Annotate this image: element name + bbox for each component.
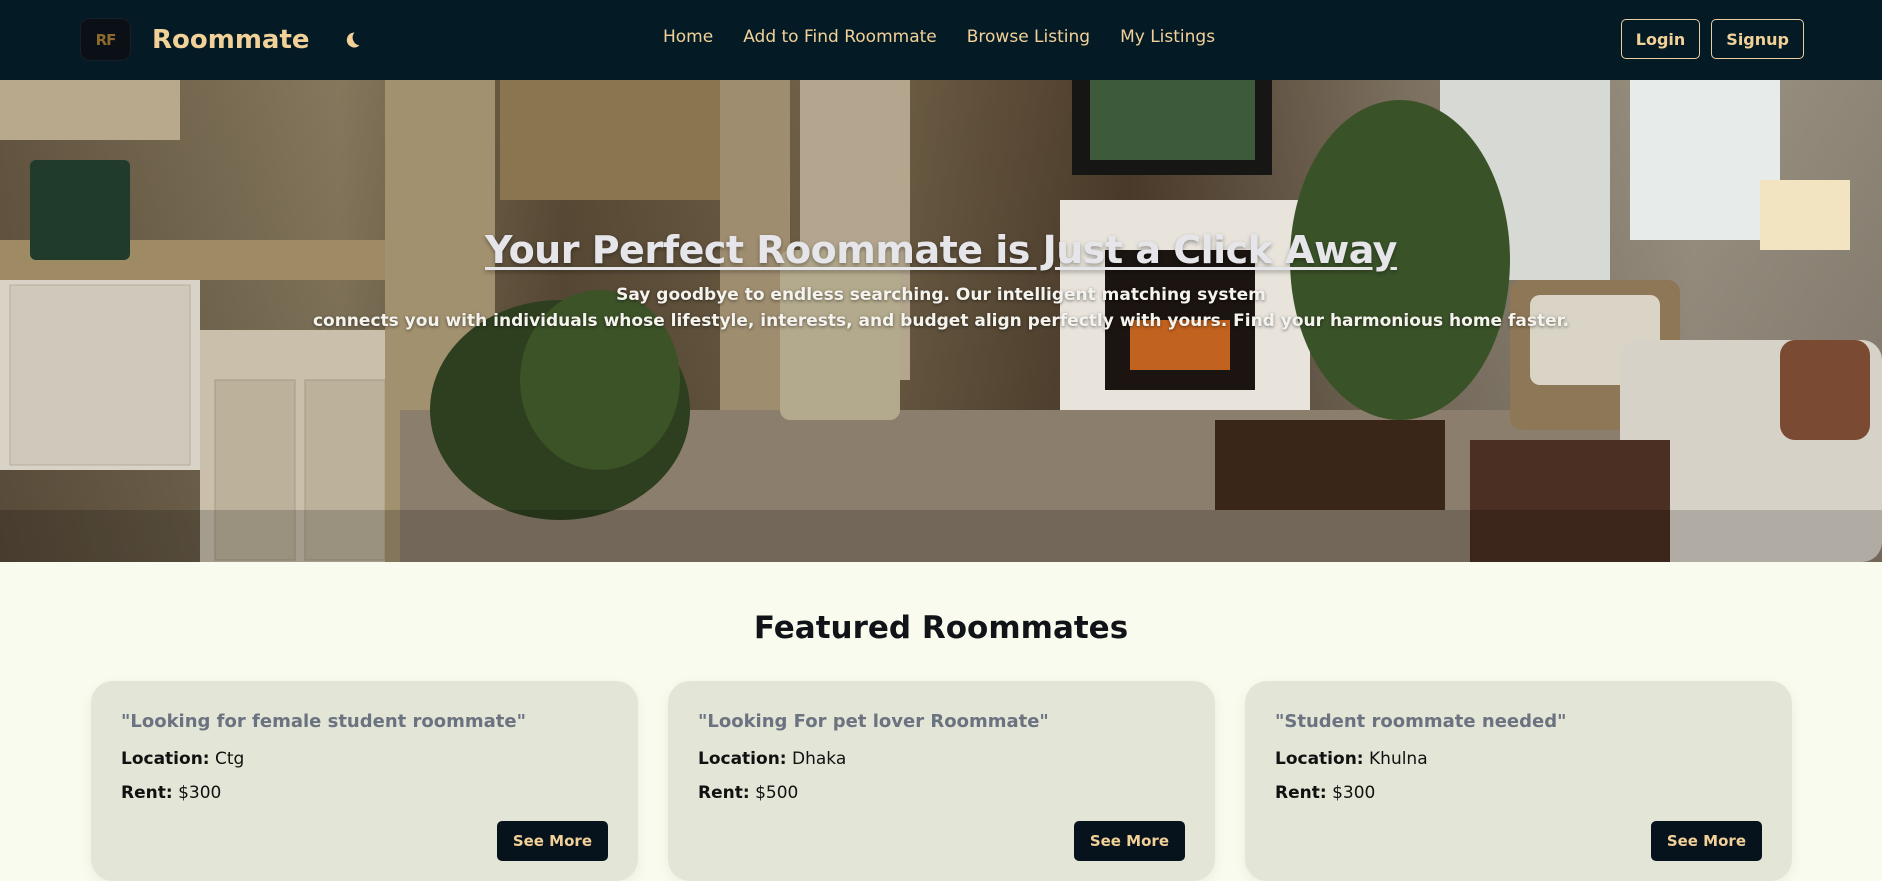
- nav-link-browse-listing[interactable]: Browse Listing: [967, 27, 1090, 47]
- card-title: "Looking for female student roommate": [121, 711, 526, 732]
- roommate-card: "Looking For pet lover Roommate" Locatio…: [668, 681, 1215, 881]
- brand[interactable]: RF Roommate: [80, 18, 364, 61]
- rent-value: $300: [178, 783, 222, 803]
- hero-subtitle-line-1: Say goodbye to endless searching. Our in…: [616, 285, 1266, 305]
- location-label: Location:: [121, 749, 210, 769]
- card-location: Location: Khulna: [1275, 749, 1762, 769]
- rent-value: $300: [1332, 783, 1376, 803]
- see-more-button[interactable]: See More: [496, 821, 608, 861]
- featured-title: Featured Roommates: [753, 610, 1129, 646]
- featured-cards: "Looking for female student roommate" Lo…: [91, 681, 1792, 881]
- hero-subtitle-line-2: connects you with individuals whose life…: [312, 311, 1570, 331]
- card-title: "Looking For pet lover Roommate": [698, 711, 1049, 732]
- card-title: "Student roommate needed": [1275, 711, 1567, 732]
- card-rent: Rent: $300: [121, 783, 608, 803]
- logo[interactable]: RF: [80, 18, 131, 61]
- hero-content: Your Perfect Roommate is Just a Click Aw…: [0, 228, 1882, 334]
- rent-label: Rent:: [1275, 783, 1327, 803]
- location-label: Location:: [1275, 749, 1364, 769]
- rent-label: Rent:: [121, 783, 173, 803]
- navbar: RF Roommate Home Add to Find Roommate Br…: [0, 0, 1882, 80]
- rent-label: Rent:: [698, 783, 750, 803]
- auth-buttons: Login Signup: [1620, 19, 1804, 59]
- moon-icon[interactable]: [340, 28, 364, 52]
- card-rent: Rent: $500: [698, 783, 1185, 803]
- nav-link-add-roommate[interactable]: Add to Find Roommate: [743, 27, 937, 47]
- see-more-button[interactable]: See More: [1073, 821, 1185, 861]
- card-location: Location: Dhaka: [698, 749, 1185, 769]
- hero-banner: Your Perfect Roommate is Just a Click Aw…: [0, 80, 1882, 562]
- nav-link-home[interactable]: Home: [663, 27, 713, 47]
- brand-name[interactable]: Roommate: [152, 25, 310, 55]
- location-value: Dhaka: [792, 749, 847, 769]
- location-value: Khulna: [1369, 749, 1428, 769]
- see-more-button[interactable]: See More: [1650, 821, 1762, 861]
- card-rent: Rent: $300: [1275, 783, 1762, 803]
- rent-value: $500: [755, 783, 799, 803]
- roommate-card: "Student roommate needed" Location: Khul…: [1245, 681, 1792, 881]
- location-label: Location:: [698, 749, 787, 769]
- hero-title: Your Perfect Roommate is Just a Click Aw…: [485, 228, 1397, 272]
- signup-button[interactable]: Signup: [1711, 19, 1804, 59]
- login-button[interactable]: Login: [1620, 19, 1701, 59]
- nav-link-my-listings[interactable]: My Listings: [1120, 27, 1215, 47]
- nav-links: Home Add to Find Roommate Browse Listing…: [663, 27, 1215, 47]
- location-value: Ctg: [215, 749, 245, 769]
- card-location: Location: Ctg: [121, 749, 608, 769]
- roommate-card: "Looking for female student roommate" Lo…: [91, 681, 638, 881]
